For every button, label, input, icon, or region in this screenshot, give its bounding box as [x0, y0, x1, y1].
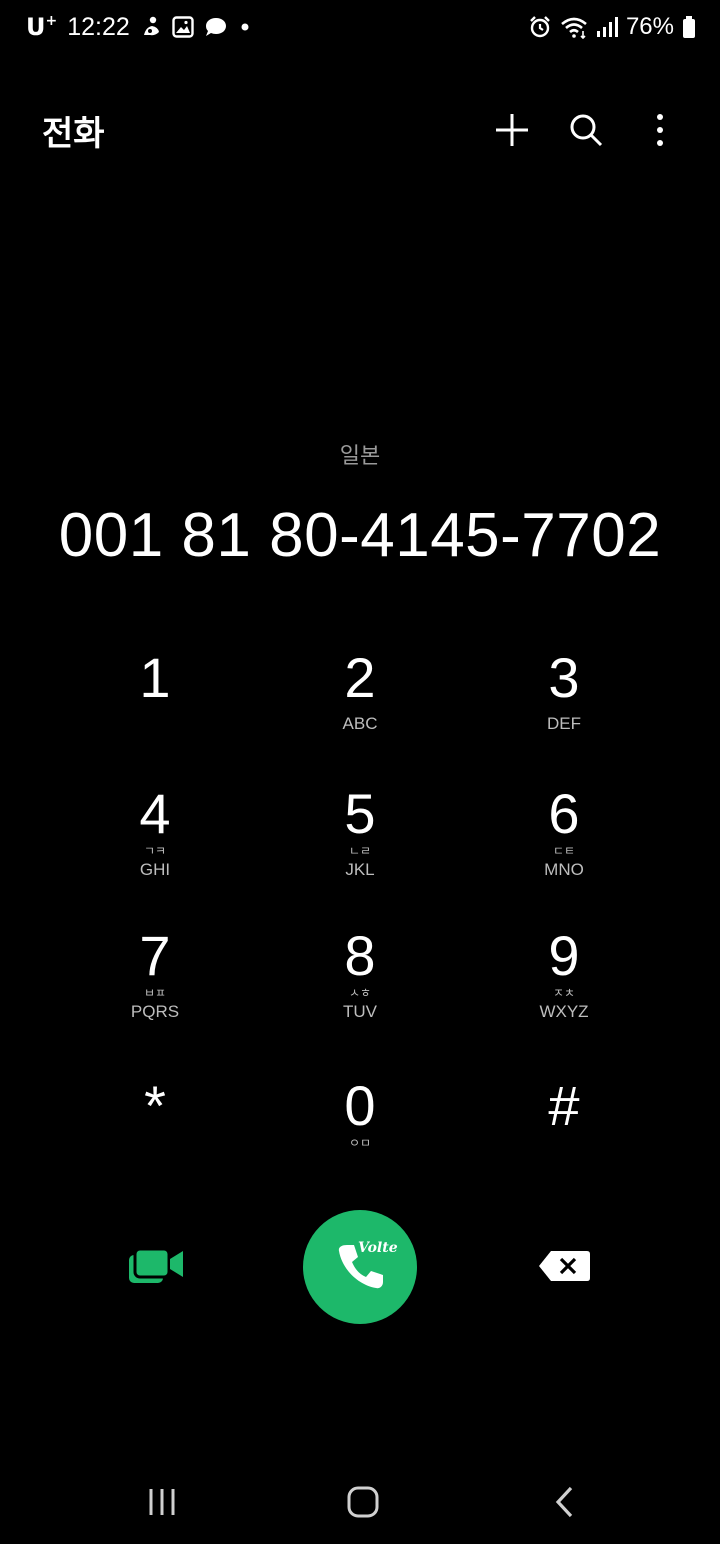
- key-letters: DEF: [547, 714, 581, 733]
- status-bar-left: U+ 12:22: [26, 10, 252, 44]
- key-letters: GHI: [139, 860, 171, 879]
- back-icon[interactable]: [535, 1480, 595, 1524]
- key-2[interactable]: 2 ABC: [260, 650, 460, 770]
- recent-apps-icon[interactable]: [132, 1480, 192, 1524]
- key-digit: 7: [139, 924, 171, 987]
- navigation-bar: [0, 1460, 720, 1544]
- key-9[interactable]: 9 ㅈㅊ WXYZ: [464, 928, 664, 1048]
- key-8[interactable]: 8 ㅅㅎ TUV: [260, 928, 460, 1048]
- dot-icon: [238, 20, 252, 34]
- key-letters: JKL: [345, 860, 375, 879]
- status-bar-right: 76%: [528, 10, 696, 44]
- key-korean-letters: ㅂㅍ: [143, 986, 167, 1000]
- key-korean-letters: ㅈㅊ: [552, 986, 576, 1000]
- key-digit: 6: [548, 782, 580, 845]
- key-korean-letters: ㄱㅋ: [143, 844, 167, 858]
- key-letters: WXYZ: [539, 1002, 589, 1021]
- key-digit: 1: [139, 646, 171, 709]
- key-digit: 8: [344, 924, 376, 987]
- key-4[interactable]: 4 ㄱㅋ GHI: [55, 786, 255, 906]
- app-bar-actions: [492, 108, 680, 152]
- key-0[interactable]: 0 ㅇㅁ: [260, 1078, 460, 1198]
- key-7[interactable]: 7 ㅂㅍ PQRS: [55, 928, 255, 1048]
- home-icon[interactable]: [333, 1480, 393, 1524]
- dialed-number[interactable]: 001 81 80-4145-7702: [0, 500, 720, 571]
- country-label: 일본: [339, 444, 381, 469]
- key-5[interactable]: 5 ㄴㄹ JKL: [260, 786, 460, 906]
- signal-icon: [596, 15, 618, 39]
- key-digit: 2: [344, 646, 376, 709]
- backspace-icon: [539, 1251, 590, 1281]
- key-6[interactable]: 6 ㄷㅌ MNO: [464, 786, 664, 906]
- key-3[interactable]: 3 DEF: [464, 650, 664, 770]
- key-korean-letters: ㄴㄹ: [348, 844, 372, 858]
- status-time: 12:22: [67, 12, 130, 41]
- chat-bubble-icon: [204, 16, 228, 38]
- key-1[interactable]: 1: [55, 650, 255, 770]
- key-digit: 9: [548, 924, 580, 987]
- tao-icon: [140, 15, 162, 39]
- key-letters: MNO: [544, 860, 584, 879]
- key-korean-letters: ㄷㅌ: [552, 844, 576, 858]
- carrier-label: U+: [26, 13, 58, 41]
- status-bar: U+ 12:22 76%: [0, 0, 720, 56]
- battery-icon: [682, 15, 696, 39]
- key-digit: #: [548, 1074, 580, 1137]
- key-hash[interactable]: #: [464, 1078, 664, 1198]
- key-korean-letters: ㅇㅁ: [348, 1136, 372, 1150]
- wifi-icon: [560, 15, 588, 39]
- key-digit: 0: [344, 1074, 376, 1137]
- more-options-icon[interactable]: [640, 108, 680, 152]
- key-digit: *: [144, 1074, 166, 1137]
- key-letters: PQRS: [130, 1002, 180, 1021]
- key-letters: ABC: [342, 714, 378, 733]
- video-call-button[interactable]: [126, 1242, 186, 1290]
- key-letters: TUV: [343, 1002, 377, 1021]
- key-star[interactable]: *: [55, 1078, 255, 1198]
- key-korean-letters: ㅅㅎ: [348, 986, 372, 1000]
- battery-percent: 76%: [625, 13, 674, 40]
- key-digit: 3: [548, 646, 580, 709]
- video-camera-icon: [129, 1247, 183, 1283]
- key-digit: 5: [344, 782, 376, 845]
- add-icon[interactable]: [492, 108, 532, 152]
- call-button[interactable]: Volte: [303, 1210, 417, 1324]
- key-digit: 4: [139, 782, 171, 845]
- page-title: 전화: [42, 114, 105, 154]
- gallery-icon: [172, 16, 194, 38]
- backspace-button[interactable]: [536, 1246, 592, 1286]
- alarm-icon: [528, 15, 552, 39]
- volte-label: Volte: [358, 1240, 398, 1256]
- search-icon[interactable]: [566, 108, 606, 152]
